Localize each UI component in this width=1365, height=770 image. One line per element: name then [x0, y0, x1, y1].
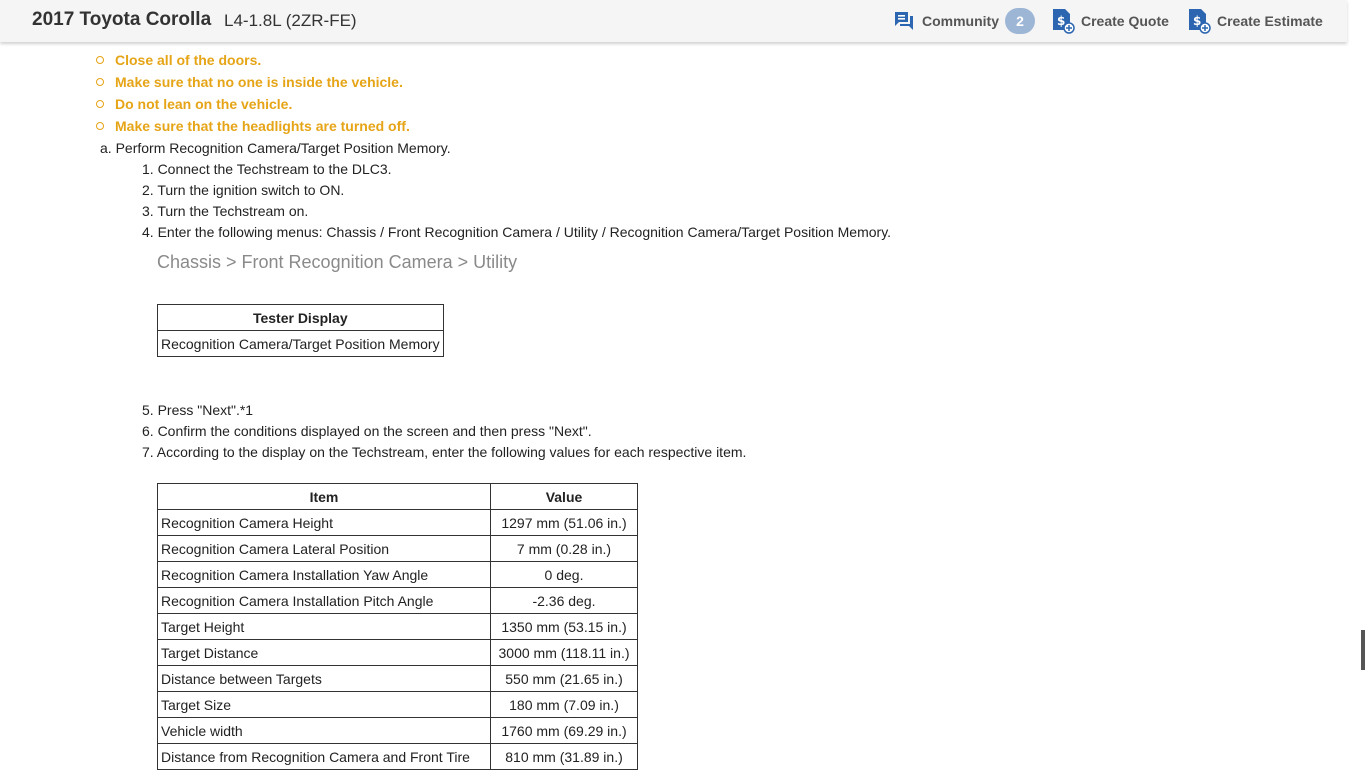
table-row: Recognition Camera Installation Pitch An… — [157, 587, 638, 614]
item-cell: Target Size — [157, 691, 491, 718]
value-cell: -2.36 deg. — [490, 587, 638, 614]
bullet-circle-icon — [96, 100, 104, 108]
create-estimate-button[interactable]: $ Create Estimate — [1187, 8, 1323, 34]
item-cell: Recognition Camera Height — [157, 509, 491, 536]
content-area: Close all of the doors. Make sure that n… — [0, 0, 1365, 770]
vehicle-title: 2017 Toyota Corolla — [32, 9, 212, 30]
table-row: Target Distance 3000 mm (118.11 in.) — [157, 639, 638, 666]
tester-table-header: Tester Display — [157, 304, 444, 331]
value-cell: 550 mm (21.65 in.) — [490, 665, 638, 692]
table-row: Recognition Camera Lateral Position 7 mm … — [157, 535, 638, 562]
table-row: Recognition Camera Height 1297 mm (51.06 … — [157, 509, 638, 536]
values-header-value: Value — [490, 483, 638, 510]
item-cell: Recognition Camera Lateral Position — [157, 535, 491, 562]
engine-subtitle: L4-1.8L (2ZR-FE) — [224, 11, 357, 30]
value-cell: 810 mm (31.89 in.) — [490, 743, 638, 770]
community-button[interactable]: Community 2 — [893, 8, 1035, 34]
step-2: 2. Turn the ignition switch to ON. — [142, 182, 345, 198]
tester-display-table: Tester Display Recognition Camera/Target… — [157, 304, 444, 357]
community-label: Community — [922, 13, 999, 29]
values-table: Item Value Recognition Camera Height 1297… — [157, 483, 638, 770]
value-cell: 0 deg. — [490, 561, 638, 588]
caution-item: Make sure that no one is inside the vehi… — [115, 74, 403, 90]
table-row: Distance from Recognition Camera and Fro… — [157, 743, 638, 770]
caution-item: Make sure that the headlights are turned… — [115, 118, 410, 134]
estimate-document-icon: $ — [1187, 8, 1211, 34]
step-7: 7. According to the display on the Techs… — [142, 444, 747, 460]
bullet-circle-icon — [96, 122, 104, 130]
create-quote-button[interactable]: $ Create Quote — [1051, 8, 1169, 34]
step-1: 1. Connect the Techstream to the DLC3. — [142, 161, 392, 177]
tester-table-cell: Recognition Camera/Target Position Memor… — [157, 330, 444, 357]
step-a: a. Perform Recognition Camera/Target Pos… — [100, 140, 451, 156]
chat-icon — [893, 10, 915, 32]
value-cell: 7 mm (0.28 in.) — [490, 535, 638, 562]
bullet-circle-icon — [96, 78, 104, 86]
community-count-badge: 2 — [1005, 8, 1035, 34]
step-4: 4. Enter the following menus: Chassis / … — [142, 224, 892, 240]
step-3: 3. Turn the Techstream on. — [142, 203, 309, 219]
step-6: 6. Confirm the conditions displayed on t… — [142, 423, 592, 439]
caution-item: Close all of the doors. — [115, 52, 262, 68]
value-cell: 1760 mm (69.29 in.) — [490, 717, 638, 744]
value-cell: 3000 mm (118.11 in.) — [490, 639, 638, 666]
create-quote-label: Create Quote — [1081, 13, 1169, 29]
table-row: Distance between Targets 550 mm (21.65 in… — [157, 665, 638, 692]
item-cell: Recognition Camera Installation Yaw Angl… — [157, 561, 491, 588]
table-row: Target Size 180 mm (7.09 in.) — [157, 691, 638, 718]
table-row: Target Height 1350 mm (53.15 in.) — [157, 613, 638, 640]
item-cell: Distance between Targets — [157, 665, 491, 692]
values-header-item: Item — [157, 483, 491, 510]
scrollbar-handle[interactable] — [1361, 630, 1365, 670]
item-cell: Distance from Recognition Camera and Fro… — [157, 743, 491, 770]
table-row: Vehicle width 1760 mm (69.29 in.) — [157, 717, 638, 744]
value-cell: 1297 mm (51.06 in.) — [490, 509, 638, 536]
quote-document-icon: $ — [1051, 8, 1075, 34]
item-cell: Vehicle width — [157, 717, 491, 744]
menu-path: Chassis > Front Recognition Camera > Uti… — [157, 252, 518, 272]
create-estimate-label: Create Estimate — [1217, 13, 1323, 29]
item-cell: Target Distance — [157, 639, 491, 666]
caution-item: Do not lean on the vehicle. — [115, 96, 293, 112]
item-cell: Recognition Camera Installation Pitch An… — [157, 587, 491, 614]
step-5: 5. Press "Next".*1 — [142, 402, 254, 418]
table-row: Recognition Camera Installation Yaw Angl… — [157, 561, 638, 588]
item-cell: Target Height — [157, 613, 491, 640]
value-cell: 1350 mm (53.15 in.) — [490, 613, 638, 640]
top-header-bar: 2017 Toyota Corolla L4-1.8L (2ZR-FE) Com… — [0, 0, 1347, 42]
value-cell: 180 mm (7.09 in.) — [490, 691, 638, 718]
bullet-circle-icon — [96, 56, 104, 64]
